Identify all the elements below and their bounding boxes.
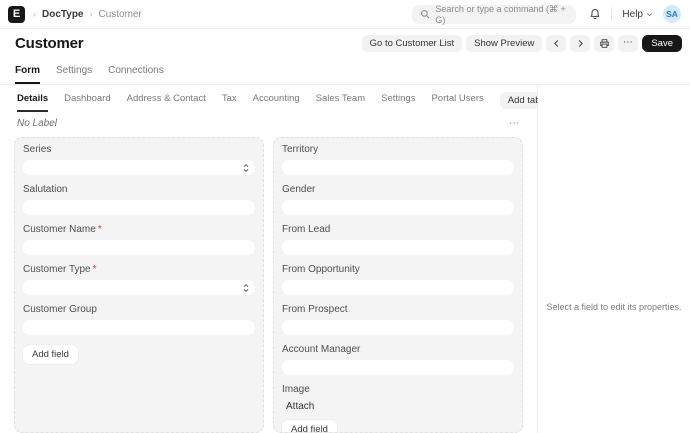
field-customer-group[interactable]: Customer Group	[23, 304, 255, 335]
add-field-button[interactable]: Add field	[23, 345, 78, 364]
field-account-manager[interactable]: Account Manager	[282, 344, 514, 375]
salutation-input[interactable]	[23, 200, 255, 215]
doctab-sales-team[interactable]: Sales Team	[316, 93, 365, 112]
field-label: Customer Group	[23, 304, 255, 316]
next-document-button[interactable]	[570, 35, 590, 52]
menu-button[interactable]: ⋯	[618, 35, 638, 52]
add-field-button[interactable]: Add field	[282, 420, 337, 433]
customer-type-select[interactable]	[23, 280, 255, 295]
notifications-bell-icon[interactable]	[589, 8, 601, 20]
search-placeholder: Search or type a command (⌘ + G)	[435, 4, 568, 25]
chevron-left-icon	[552, 39, 561, 48]
chevron-down-icon	[646, 11, 653, 18]
search-icon	[420, 9, 430, 19]
tab-form[interactable]: Form	[15, 57, 40, 84]
field-image[interactable]: Image	[282, 384, 514, 400]
series-select[interactable]	[23, 160, 255, 175]
field-salutation[interactable]: Salutation	[23, 184, 255, 215]
user-avatar[interactable]: SA	[663, 5, 681, 23]
account-manager-input[interactable]	[282, 360, 514, 375]
chevron-right-icon: ›	[33, 9, 36, 19]
field-from-lead[interactable]: From Lead	[282, 224, 514, 255]
form-builder: Details Dashboard Address & Contact Tax …	[0, 85, 690, 433]
attach-button[interactable]: Attach	[282, 400, 514, 412]
doctype-tab-bar: Details Dashboard Address & Contact Tax …	[0, 85, 537, 112]
from-prospect-input[interactable]	[282, 320, 514, 335]
doctab-tax[interactable]: Tax	[222, 93, 237, 112]
from-opportunity-input[interactable]	[282, 280, 514, 295]
required-marker: *	[93, 264, 97, 275]
field-from-opportunity[interactable]: From Opportunity	[282, 264, 514, 295]
customer-name-input[interactable]	[23, 240, 255, 255]
doctab-details[interactable]: Details	[17, 93, 48, 112]
doctab-dashboard[interactable]: Dashboard	[64, 93, 110, 112]
required-marker: *	[98, 224, 102, 235]
chevron-right-icon	[576, 39, 585, 48]
field-from-prospect[interactable]: From Prospect	[282, 304, 514, 335]
section-columns: Series Salutation Customer Name*	[0, 137, 537, 433]
print-button[interactable]	[594, 35, 614, 52]
doctab-portal-users[interactable]: Portal Users	[431, 93, 483, 112]
section-menu-button[interactable]: ⋯	[509, 119, 520, 129]
doctab-settings[interactable]: Settings	[381, 93, 415, 112]
field-customer-name[interactable]: Customer Name*	[23, 224, 255, 255]
tab-settings[interactable]: Settings	[56, 57, 92, 84]
field-label: Customer Name*	[23, 224, 255, 236]
select-stepper-icon	[243, 283, 249, 292]
field-label: Territory	[282, 144, 514, 156]
field-label: Series	[23, 144, 255, 156]
field-properties-panel: Select a field to edit its properties.	[538, 85, 690, 433]
customer-group-input[interactable]	[23, 320, 255, 335]
field-series[interactable]: Series	[23, 144, 255, 175]
help-menu[interactable]: Help	[622, 9, 653, 20]
app-logo-icon[interactable]: E	[8, 6, 25, 23]
field-label: Gender	[282, 184, 514, 196]
form-builder-canvas: Details Dashboard Address & Contact Tax …	[0, 85, 538, 433]
doctab-address-contact[interactable]: Address & Contact	[127, 93, 206, 112]
section-label[interactable]: No Label	[17, 118, 57, 129]
save-button[interactable]: Save	[642, 35, 682, 52]
navbar-left: E › DocType › Customer	[8, 6, 142, 23]
form-column-1[interactable]: Series Salutation Customer Name*	[14, 137, 264, 433]
chevron-right-icon: ›	[90, 9, 93, 19]
from-lead-input[interactable]	[282, 240, 514, 255]
navbar: E › DocType › Customer Search or type a …	[0, 0, 690, 29]
ellipsis-icon: ⋯	[623, 38, 634, 48]
divider	[611, 7, 612, 21]
gender-input[interactable]	[282, 200, 514, 215]
field-label: Salutation	[23, 184, 255, 196]
territory-input[interactable]	[282, 160, 514, 175]
field-customer-type[interactable]: Customer Type*	[23, 264, 255, 295]
breadcrumb-customer[interactable]: Customer	[99, 9, 142, 20]
view-tabs: Form Settings Connections	[0, 57, 690, 85]
field-label: Customer Type*	[23, 264, 255, 276]
page-header: Customer Go to Customer List Show Previe…	[0, 29, 690, 57]
form-column-2[interactable]: Territory Gender From Lead From Opportun…	[273, 137, 523, 433]
tab-connections[interactable]: Connections	[108, 57, 164, 84]
select-stepper-icon	[243, 163, 249, 172]
field-label: From Prospect	[282, 304, 514, 316]
properties-empty-text: Select a field to edit its properties.	[546, 302, 681, 312]
go-to-customer-list-button[interactable]: Go to Customer List	[362, 35, 462, 52]
show-preview-button[interactable]: Show Preview	[466, 35, 542, 52]
field-label: From Opportunity	[282, 264, 514, 276]
breadcrumb-doctype[interactable]: DocType	[42, 9, 84, 20]
field-label: Image	[282, 384, 514, 396]
printer-icon	[599, 38, 610, 49]
field-territory[interactable]: Territory	[282, 144, 514, 175]
global-search-input[interactable]: Search or type a command (⌘ + G)	[412, 5, 576, 24]
field-gender[interactable]: Gender	[282, 184, 514, 215]
app-window: E › DocType › Customer Search or type a …	[0, 0, 690, 433]
help-label: Help	[622, 9, 643, 20]
field-label: From Lead	[282, 224, 514, 236]
navbar-right: Search or type a command (⌘ + G) Help SA	[412, 5, 681, 24]
page-title: Customer	[15, 35, 83, 52]
section-header: No Label ⋯	[0, 112, 537, 137]
breadcrumb: › DocType › Customer	[33, 9, 142, 20]
previous-document-button[interactable]	[546, 35, 566, 52]
field-label: Account Manager	[282, 344, 514, 356]
page-actions: Go to Customer List Show Preview ⋯ Save	[362, 35, 682, 52]
doctab-accounting[interactable]: Accounting	[253, 93, 300, 112]
